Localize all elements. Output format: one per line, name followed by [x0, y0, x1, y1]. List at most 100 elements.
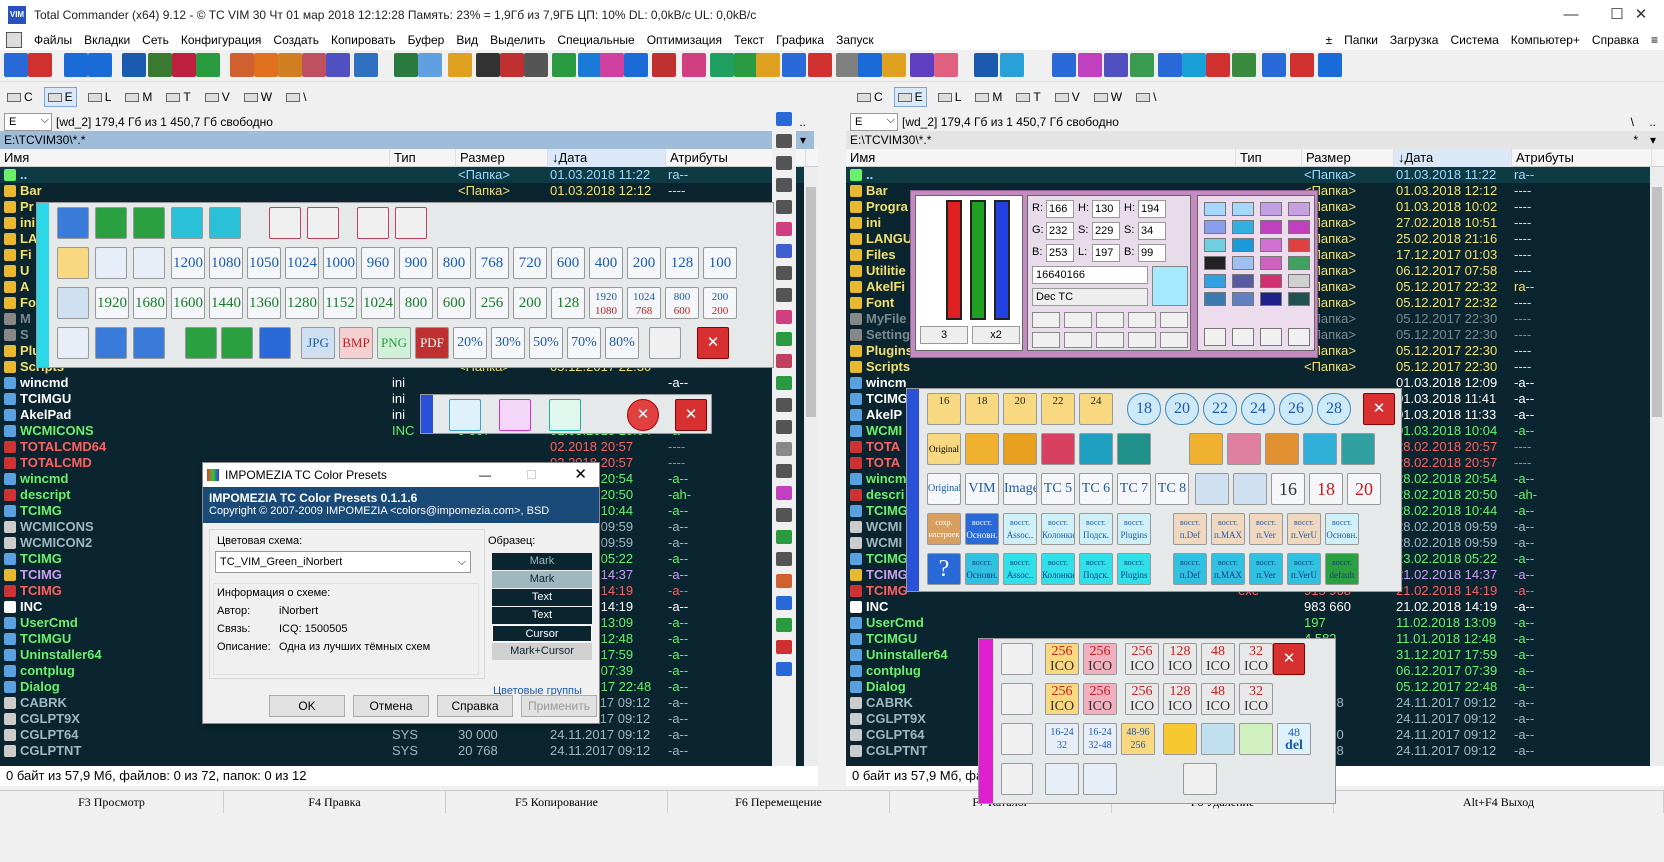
- resize-height-button[interactable]: 128: [665, 247, 699, 279]
- rotate-left-icon[interactable]: [133, 327, 165, 359]
- scrollbar-thumb[interactable]: [1652, 187, 1662, 417]
- ico-size-button[interactable]: 48 ICO: [1201, 643, 1235, 675]
- resize-width-button[interactable]: 600: [437, 287, 471, 319]
- image-tool-icon[interactable]: [95, 207, 127, 239]
- drive-button[interactable]: V: [202, 87, 233, 107]
- menu-item-right[interactable]: Загрузка: [1384, 30, 1445, 50]
- minimize-button[interactable]: —: [1548, 0, 1594, 30]
- ok-button[interactable]: OK: [269, 695, 345, 717]
- column-header-cell[interactable]: ↓Дата: [548, 149, 666, 167]
- image-icon[interactable]: [57, 287, 89, 319]
- drive-button[interactable]: M: [972, 87, 1005, 107]
- menu-item-right[interactable]: ±: [1320, 30, 1339, 50]
- resize-width-button[interactable]: 1024: [361, 287, 395, 319]
- toolbar-button-icon[interactable]: [836, 53, 860, 77]
- helm-icon[interactable]: [1001, 763, 1033, 795]
- side-button-icon[interactable]: [776, 442, 792, 456]
- column-header-cell[interactable]: Атрибуты: [1512, 149, 1652, 167]
- color-action-button[interactable]: [1032, 312, 1060, 328]
- color-field-input[interactable]: 197: [1092, 244, 1120, 262]
- side-button-icon[interactable]: [776, 420, 792, 434]
- toolbar-button-icon[interactable]: [1206, 53, 1230, 77]
- toolbar-button-icon[interactable]: [1182, 53, 1206, 77]
- toolbar-button-icon[interactable]: [524, 53, 548, 77]
- resize-height-button[interactable]: 1000: [323, 247, 357, 279]
- spin-box-2[interactable]: x2: [972, 326, 1020, 344]
- palette-tool-button[interactable]: [1204, 328, 1226, 346]
- drive-button[interactable]: E: [893, 87, 927, 107]
- side-button-icon[interactable]: [776, 574, 792, 588]
- drive-button[interactable]: C: [854, 87, 886, 107]
- side-button-icon[interactable]: [776, 552, 792, 566]
- resize-height-button[interactable]: 200: [627, 247, 661, 279]
- up-button-right[interactable]: ..: [1649, 115, 1656, 129]
- restore-settings-button[interactable]: восст. Основн.: [965, 513, 999, 545]
- side-button-icon[interactable]: [776, 662, 792, 676]
- palette-swatch[interactable]: [1232, 238, 1254, 252]
- toolbar-button-icon[interactable]: [858, 53, 882, 77]
- menu-item[interactable]: Конфигурация: [175, 30, 268, 50]
- color-action-button[interactable]: [1032, 332, 1060, 348]
- drive-button[interactable]: T: [1013, 87, 1043, 107]
- cancel-button[interactable]: Отмена: [353, 695, 429, 717]
- toolbar-button-icon[interactable]: [756, 53, 780, 77]
- file-row[interactable]: wincmd ini -a--: [0, 375, 818, 391]
- resize-width-button[interactable]: 800: [399, 287, 433, 319]
- file-row[interactable]: .. <Папка> 01.03.2018 11:22 ra--: [846, 167, 1664, 183]
- ico-multi-size-button[interactable]: 16-24 32: [1045, 723, 1079, 755]
- icon-size-button[interactable]: 20: [1003, 393, 1037, 425]
- resize-height-button[interactable]: 720: [513, 247, 547, 279]
- resize-height-button[interactable]: 960: [361, 247, 395, 279]
- icon-size-circle-button[interactable]: 20: [1165, 393, 1199, 425]
- restore-settings-button[interactable]: восст. п.MAX: [1211, 513, 1245, 545]
- resize-wh-button[interactable]: 1920 1080: [589, 287, 623, 319]
- refresh-icon[interactable]: [1083, 763, 1117, 795]
- toolbar-button-icon[interactable]: [4, 53, 28, 77]
- restore-settings-button[interactable]: восст. Основн.: [1325, 513, 1359, 545]
- convert-format-button[interactable]: PDF: [415, 327, 449, 359]
- palette-grid-icon[interactable]: [649, 327, 681, 359]
- close-button[interactable]: ✕: [1618, 0, 1664, 30]
- menu-item[interactable]: Оптимизация: [641, 30, 728, 50]
- scale-percent-button[interactable]: 30%: [491, 327, 525, 359]
- palette-swatch[interactable]: [1204, 256, 1226, 270]
- resize-wh-button[interactable]: 200 200: [703, 287, 737, 319]
- resize-width-button[interactable]: 128: [551, 287, 585, 319]
- palette-swatch[interactable]: [1232, 202, 1254, 216]
- color-field-input[interactable]: 253: [1046, 244, 1074, 262]
- history-star-right[interactable]: *: [1633, 131, 1638, 149]
- drive-button[interactable]: V: [1052, 87, 1083, 107]
- save-settings-button[interactable]: сохр. настроек: [927, 513, 961, 545]
- image-tool-icon[interactable]: [1163, 723, 1197, 755]
- color-action-button[interactable]: [1096, 312, 1124, 328]
- file-row[interactable]: CGLPT64 SYS 30 000 24.11.2017 09:12 -a--: [0, 727, 818, 743]
- color-field-input[interactable]: 232: [1046, 222, 1074, 240]
- delete-ico-button[interactable]: 48 del: [1277, 723, 1311, 755]
- history-arrow-left[interactable]: ▾: [800, 131, 806, 149]
- drive-button[interactable]: T: [163, 87, 193, 107]
- palette-swatch[interactable]: [1204, 220, 1226, 234]
- menu-item[interactable]: Запуск: [830, 30, 880, 50]
- menu-item-right[interactable]: Справка: [1586, 30, 1645, 50]
- file-row[interactable]: TOTALCMD64 02.2018 20:57 ----: [0, 439, 818, 455]
- color-action-button[interactable]: [1128, 312, 1156, 328]
- column-header-cell[interactable]: Имя: [846, 149, 1236, 167]
- menu-item[interactable]: Графика: [770, 30, 830, 50]
- ico-size-button[interactable]: 32 ICO: [1239, 683, 1273, 715]
- toolbar-button-icon[interactable]: [882, 53, 906, 77]
- resize-width-button[interactable]: 1280: [285, 287, 319, 319]
- ico-size-button[interactable]: 256 ICO: [1045, 683, 1079, 715]
- icon-theme-button[interactable]: VIM: [965, 473, 999, 505]
- palette-swatch[interactable]: [1232, 292, 1254, 306]
- help-icon[interactable]: ?: [927, 553, 961, 585]
- toolbar-button-icon[interactable]: [734, 53, 758, 77]
- close-icon-toolbar-button[interactable]: ✕: [1363, 393, 1395, 425]
- move-top-icon[interactable]: [221, 327, 253, 359]
- file-row[interactable]: UserCmd 197 11.02.2018 13:09 -a--: [846, 615, 1664, 631]
- palette-swatch[interactable]: [1204, 274, 1226, 288]
- resize-height-button[interactable]: 768: [475, 247, 509, 279]
- toolbar-button-icon[interactable]: [910, 53, 934, 77]
- color-action-button[interactable]: [1096, 332, 1124, 348]
- image-tool-icon[interactable]: [1239, 723, 1273, 755]
- up-button-left[interactable]: ..: [799, 115, 806, 129]
